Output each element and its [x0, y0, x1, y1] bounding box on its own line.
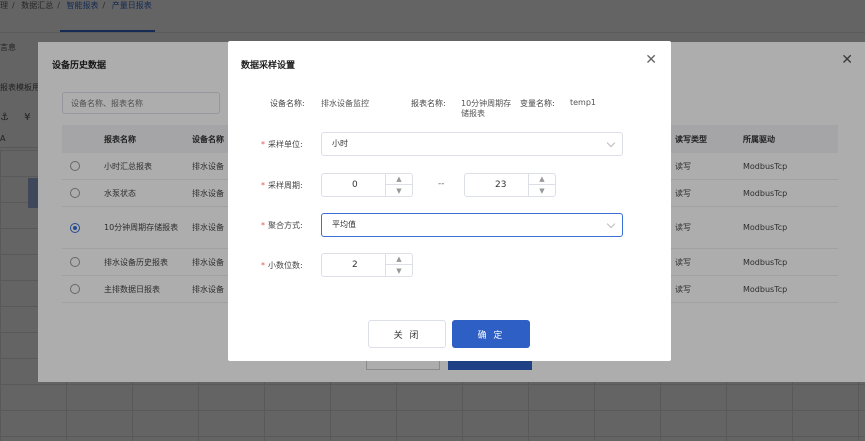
decrement-icon[interactable]: ▼: [386, 185, 412, 196]
aggregation-select[interactable]: 平均值: [321, 213, 623, 237]
sampling-unit-select[interactable]: 小时: [321, 132, 623, 156]
period-end-stepper[interactable]: 23 ▲ ▼: [464, 173, 556, 197]
report-name-value-line2: 储报表: [461, 109, 485, 118]
variable-name-value: temp1: [570, 98, 597, 107]
device-name-value: 排水设备监控: [321, 99, 369, 108]
chevron-down-icon: [606, 138, 616, 148]
confirm-button[interactable]: 确 定: [452, 320, 530, 348]
period-start-stepper[interactable]: 0 ▲ ▼: [321, 173, 413, 197]
close-button[interactable]: 关 闭: [368, 320, 446, 348]
sampling-period-label: * 采样周期:: [261, 181, 303, 190]
sampling-settings-dialog: 数据采样设置 ✕ 设备名称: 排水设备监控 报表名称: 10分钟周期存 储报表 …: [228, 41, 671, 361]
increment-icon[interactable]: ▲: [386, 174, 412, 185]
range-separator: --: [438, 179, 445, 189]
report-name-label: 报表名称:: [411, 99, 446, 108]
decrement-icon[interactable]: ▼: [386, 265, 412, 276]
chevron-down-icon: [606, 219, 616, 229]
close-icon[interactable]: ✕: [645, 53, 657, 67]
decimal-places-stepper[interactable]: 2 ▲ ▼: [321, 253, 413, 277]
decimal-places-label: * 小数位数:: [261, 261, 303, 270]
increment-icon[interactable]: ▲: [529, 174, 555, 185]
device-name-label: 设备名称:: [270, 99, 305, 108]
variable-name-label: 变量名称:: [520, 99, 555, 108]
sampling-unit-label: * 采样单位:: [261, 140, 303, 149]
dialog-title: 数据采样设置: [241, 61, 296, 71]
aggregation-label: * 聚合方式:: [261, 221, 303, 230]
increment-icon[interactable]: ▲: [386, 254, 412, 265]
decrement-icon[interactable]: ▼: [529, 185, 555, 196]
